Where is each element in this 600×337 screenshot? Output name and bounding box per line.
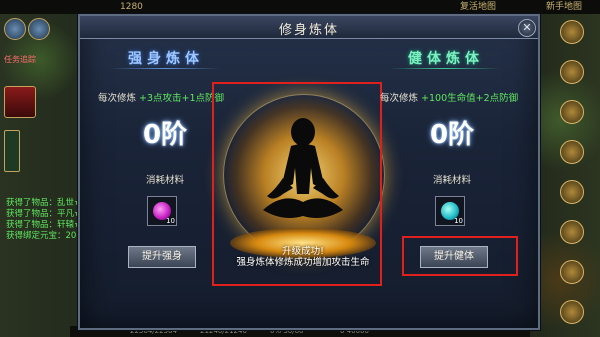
- left-material-label: 消耗材料: [145, 175, 184, 186]
- player-avatar-icon[interactable]: [4, 18, 26, 40]
- right-description: 每次修炼 +100生命值+2点防御: [380, 90, 518, 104]
- right-title-divider: [390, 68, 500, 69]
- event-banner-icon[interactable]: [4, 86, 36, 118]
- right-column-title: 健体炼体: [408, 51, 484, 67]
- right-menu-button[interactable]: [560, 140, 584, 164]
- left-column-title: 强身炼体: [128, 51, 204, 67]
- right-menu-button[interactable]: [560, 260, 584, 284]
- right-desc-value: +100生命值+2点防御: [421, 93, 519, 104]
- side-tab-icon[interactable]: [4, 130, 20, 172]
- center-highlight-box: [212, 82, 382, 286]
- right-menu-button[interactable]: [560, 20, 584, 44]
- left-title-divider: [110, 68, 220, 69]
- right-menu-button[interactable]: [560, 100, 584, 124]
- menu-icon[interactable]: [28, 18, 50, 40]
- top-status-bar: 1280 复活地图 新手地图: [0, 0, 600, 14]
- body-refining-panel: 修身炼体 ✕ 强身炼体 每次修炼 +3点攻击+1点防御 0阶 消耗材料 10 提…: [78, 14, 540, 330]
- left-description: 每次修炼 +3点攻击+1点防御: [98, 90, 224, 104]
- right-material-count: 10: [454, 217, 463, 225]
- right-material-label: 消耗材料: [432, 175, 471, 186]
- right-menu-button[interactable]: [560, 220, 584, 244]
- left-hud: 任务追踪: [0, 14, 70, 74]
- right-menu-button[interactable]: [560, 300, 584, 324]
- right-desc-prefix: 每次修炼: [380, 93, 419, 104]
- upgrade-strength-button[interactable]: 提升强身: [128, 246, 196, 268]
- left-desc-prefix: 每次修炼: [98, 93, 137, 104]
- right-rank: 0阶: [429, 120, 475, 150]
- top-number: 1280: [120, 2, 143, 12]
- right-material-slot[interactable]: 10: [435, 196, 465, 226]
- task-label[interactable]: 任务追踪: [4, 54, 36, 65]
- right-menu-button[interactable]: [560, 60, 584, 84]
- panel-title-bar: 修身炼体 ✕: [80, 16, 538, 39]
- left-material-slot[interactable]: 10: [147, 196, 177, 226]
- right-menu-button[interactable]: [560, 180, 584, 204]
- left-material-count: 10: [166, 217, 175, 225]
- top-right-label-2[interactable]: 新手地图: [546, 0, 582, 14]
- panel-title: 修身炼体: [278, 23, 339, 38]
- top-right-label[interactable]: 复活地图: [460, 0, 496, 14]
- close-icon[interactable]: ✕: [518, 19, 536, 37]
- left-rank: 0阶: [142, 120, 188, 150]
- button-highlight-box: [402, 236, 518, 276]
